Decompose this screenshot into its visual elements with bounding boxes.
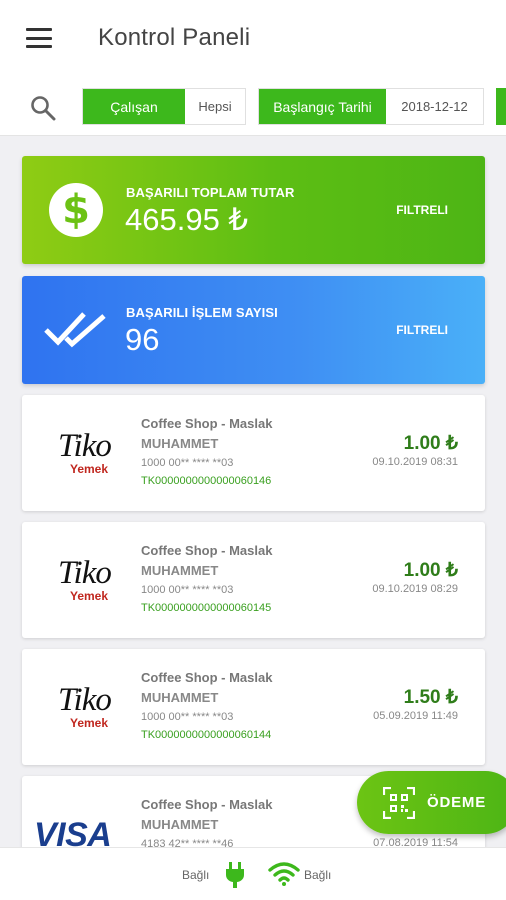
start-date-filter-value: 2018-12-12 (401, 99, 468, 114)
user-name: MUHAMMET (141, 563, 219, 578)
connection-status-bar: Bağlı Bağlı (0, 847, 506, 900)
employee-filter-chip[interactable]: Çalışan Hepsi (82, 88, 246, 125)
card-number: 1000 00** **** **03 (141, 457, 234, 469)
merchant-name: Coffee Shop - Maslak (141, 797, 273, 812)
page-title: Kontrol Paneli (98, 24, 251, 51)
transaction-date: 05.09.2019 11:49 (373, 710, 458, 722)
transaction-card[interactable]: Tiko Yemek Coffee Shop - Maslak MUHAMMET… (22, 522, 485, 638)
merchant-name: Coffee Shop - Maslak (141, 670, 273, 685)
count-filtered-link[interactable]: FILTRELI (396, 323, 448, 337)
transaction-count-label: BAŞARILI İŞLEM SAYISI (126, 305, 278, 320)
app-bar: Kontrol Paneli (0, 0, 506, 78)
transaction-card[interactable]: Tiko Yemek Coffee Shop - Maslak MUHAMMET… (22, 395, 485, 511)
wifi-icon (268, 862, 300, 886)
employee-filter-label: Çalışan (83, 89, 185, 124)
merchant-name: Coffee Shop - Maslak (141, 416, 273, 431)
logo-main-text: Tiko (58, 555, 112, 591)
total-amount-card[interactable]: $ BAŞARILI TOPLAM TUTAR 465.95 ₺ FILTREL… (22, 156, 485, 264)
power-status-text: Bağlı (182, 868, 210, 882)
hamburger-menu-icon[interactable] (26, 28, 52, 48)
user-name: MUHAMMET (141, 817, 219, 832)
tiko-yemek-logo: Tiko Yemek (58, 555, 128, 605)
payment-fab-label: ÖDEME (427, 794, 487, 811)
employee-filter-value: Hepsi (198, 99, 232, 114)
transaction-amount: 1.50 ₺ (403, 687, 458, 708)
logo-sub-text: Yemek (70, 716, 109, 730)
tiko-yemek-logo: Tiko Yemek (58, 682, 128, 732)
card-number: 1000 00** **** **03 (141, 711, 234, 723)
transaction-amount: 1.00 ₺ (403, 560, 458, 581)
end-date-filter-chip[interactable] (496, 88, 506, 125)
start-date-filter-label: Başlangıç Tarihi (259, 89, 386, 124)
filter-bar: Çalışan Hepsi Başlangıç Tarihi 2018-12-1… (0, 78, 506, 136)
wifi-status-text: Bağlı (304, 868, 332, 882)
dollar-icon: $ (49, 183, 103, 237)
logo-main-text: Tiko (58, 428, 112, 464)
transaction-date: 09.10.2019 08:29 (372, 583, 458, 595)
tiko-yemek-logo: Tiko Yemek (58, 428, 128, 478)
user-name: MUHAMMET (141, 690, 219, 705)
power-plug-icon (226, 862, 244, 888)
total-amount-value: 465.95 ₺ (125, 202, 249, 237)
user-name: MUHAMMET (141, 436, 219, 451)
logo-sub-text: Yemek (70, 589, 109, 603)
search-icon[interactable] (30, 95, 56, 121)
logo-sub-text: Yemek (70, 462, 109, 476)
card-number: 1000 00** **** **03 (141, 584, 234, 596)
transaction-ref: TK0000000000000060145 (141, 602, 272, 614)
merchant-name: Coffee Shop - Maslak (141, 543, 273, 558)
qr-code-icon (383, 787, 415, 819)
transaction-amount: 1.00 ₺ (403, 433, 458, 454)
transaction-ref: TK0000000000000060146 (141, 475, 272, 487)
transaction-ref: TK0000000000000060144 (141, 729, 272, 741)
transaction-count-card[interactable]: BAŞARILI İŞLEM SAYISI 96 FILTRELI (22, 276, 485, 384)
payment-fab-button[interactable]: ÖDEME (357, 771, 506, 834)
double-check-icon (44, 312, 106, 348)
total-filtered-link[interactable]: FILTRELI (396, 203, 448, 217)
transaction-date: 09.10.2019 08:31 (372, 456, 458, 468)
logo-main-text: Tiko (58, 682, 112, 718)
transaction-count-value: 96 (125, 322, 160, 357)
transaction-card[interactable]: Tiko Yemek Coffee Shop - Maslak MUHAMMET… (22, 649, 485, 765)
start-date-filter-chip[interactable]: Başlangıç Tarihi 2018-12-12 (258, 88, 484, 125)
total-amount-label: BAŞARILI TOPLAM TUTAR (126, 185, 295, 200)
